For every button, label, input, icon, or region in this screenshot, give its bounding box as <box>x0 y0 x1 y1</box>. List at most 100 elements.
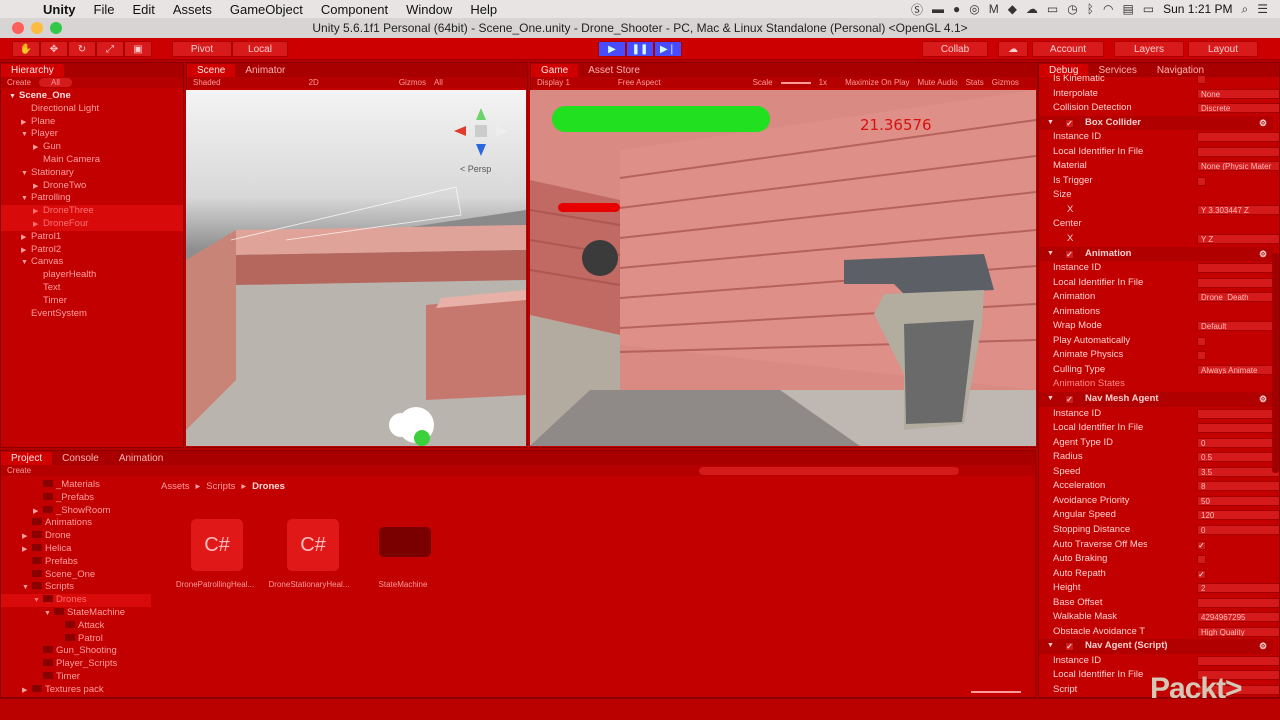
property-value-field[interactable]: 50 <box>1197 495 1279 506</box>
property-value-field[interactable]: Y 3.303447 Z <box>1197 204 1279 215</box>
project-folder-item[interactable]: _Materials <box>1 479 151 492</box>
foldout-arrow-icon[interactable]: ▶ <box>21 232 31 245</box>
property-checkbox[interactable] <box>1197 75 1206 84</box>
zoom-window-button[interactable] <box>50 22 62 34</box>
property-checkbox[interactable] <box>1197 555 1206 565</box>
dropbox-icon[interactable]: ◆ <box>1008 2 1017 16</box>
project-folder-item[interactable]: _Prefabs <box>1 492 151 505</box>
foldout-arrow-icon[interactable]: ▼ <box>21 168 31 181</box>
hierarchy-item[interactable]: ▶ Patrol2 <box>1 244 183 257</box>
component-header[interactable]: Box Collider ▼ ✓ ⚙ <box>1039 115 1273 131</box>
move-tool-icon[interactable]: ✥ <box>40 41 68 57</box>
tab-animator[interactable]: Animator <box>235 64 295 77</box>
property-value-field[interactable] <box>1197 655 1279 666</box>
hierarchy-item[interactable]: ▼ Patrolling <box>1 192 183 205</box>
hierarchy-item[interactable]: Timer <box>1 295 183 308</box>
drone-stationary-script-icon[interactable]: C# <box>287 519 339 571</box>
step-button[interactable]: ▶❘ <box>654 41 682 57</box>
property-value-field[interactable]: Discrete <box>1197 103 1279 114</box>
play-button[interactable]: ▶ <box>598 41 626 57</box>
property-value-field[interactable]: Drone_Death <box>1197 292 1279 303</box>
property-value-field[interactable] <box>1197 423 1279 434</box>
property-value-field[interactable]: Y Z <box>1197 234 1279 245</box>
skype-icon[interactable]: Ⓢ <box>911 1 923 18</box>
menu-assets[interactable]: Assets <box>164 2 221 17</box>
property-value-field[interactable] <box>1197 146 1279 157</box>
project-folder-item[interactable]: ▶ Drone <box>1 530 151 543</box>
account-dropdown[interactable]: Account <box>1032 41 1104 57</box>
gmail-icon[interactable]: M <box>989 2 999 16</box>
menu-component[interactable]: Component <box>312 2 397 17</box>
asset-label-statemachine[interactable]: StateMachine <box>353 580 453 589</box>
hierarchy-item[interactable]: ▶ Plane <box>1 116 183 129</box>
tab-game[interactable]: Game <box>531 64 579 77</box>
component-enable-checkbox[interactable]: ✓ <box>1065 249 1074 259</box>
hierarchy-item[interactable]: ▶ Patrol1 <box>1 231 183 244</box>
hierarchy-item[interactable]: playerHealth <box>1 269 183 282</box>
clock[interactable]: Sun 1:21 PM <box>1163 2 1232 16</box>
rect-tool-icon[interactable]: ▣ <box>124 41 152 57</box>
component-header[interactable]: Nav Agent (Script) ▼ ✓ ⚙ <box>1039 639 1273 654</box>
property-value-field[interactable]: 0.5 <box>1197 452 1279 463</box>
breadcrumb-assets[interactable]: Assets <box>161 481 190 492</box>
foldout-arrow-icon[interactable]: ▶ <box>22 544 32 557</box>
project-folder-item[interactable]: ▶ _ShowRoom <box>1 505 151 518</box>
project-folder-item[interactable]: Gun_Shooting <box>1 645 151 658</box>
menu-file[interactable]: File <box>85 2 124 17</box>
pause-button[interactable]: ❚❚ <box>626 41 654 57</box>
hierarchy-item[interactable]: Text <box>1 282 183 295</box>
hierarchy-item[interactable]: Directional Light <box>1 103 183 116</box>
property-checkbox[interactable] <box>1197 351 1206 361</box>
game-gizmos-dropdown[interactable]: Gizmos <box>992 78 1019 87</box>
hierarchy-item[interactable]: ▶ DroneThree <box>1 205 183 218</box>
project-folder-item[interactable]: Animations <box>1 517 151 530</box>
tab-console[interactable]: Console <box>52 452 109 465</box>
foldout-arrow-icon[interactable]: ▼ <box>21 257 31 270</box>
property-value-field[interactable]: 4294967295 <box>1197 612 1279 623</box>
project-folder-item[interactable]: Patrol <box>1 633 151 646</box>
tab-project[interactable]: Project <box>1 452 53 465</box>
foldout-arrow-icon[interactable]: ▼ <box>1047 247 1054 262</box>
layout-dropdown[interactable]: Layout <box>1188 41 1258 57</box>
display-icon[interactable]: ▭ <box>1047 2 1058 16</box>
wifi-icon[interactable]: ◠ <box>1103 2 1113 16</box>
menu-edit[interactable]: Edit <box>123 2 163 17</box>
icon-size-slider[interactable] <box>971 691 1021 693</box>
circle-icon[interactable]: ● <box>953 2 960 16</box>
property-value-field[interactable] <box>1197 277 1279 288</box>
property-value-field[interactable] <box>1197 263 1279 274</box>
gear-icon[interactable]: ⚙ <box>1259 247 1267 262</box>
aspect-dropdown[interactable]: Free Aspect <box>618 78 661 87</box>
scene-viewport[interactable]: < Persp <box>186 90 526 446</box>
foldout-arrow-icon[interactable]: ▼ <box>21 129 31 142</box>
project-folder-item[interactable]: ▶ Textures pack <box>1 684 151 697</box>
foldout-arrow-icon[interactable]: ▼ <box>1047 116 1054 131</box>
foldout-arrow-icon[interactable]: ▼ <box>1047 392 1054 407</box>
hierarchy-item[interactable]: ▶ DroneTwo <box>1 180 183 193</box>
hierarchy-item[interactable]: EventSystem <box>1 308 183 321</box>
tab-hierarchy[interactable]: Hierarchy <box>1 64 64 77</box>
project-folder-item[interactable]: Scene_One <box>1 569 151 582</box>
hierarchy-item[interactable]: ▼ Player <box>1 128 183 141</box>
flag-icon[interactable]: ▤ <box>1122 2 1133 16</box>
inspector-scrollbar[interactable] <box>1272 253 1279 473</box>
eye-icon[interactable]: ◎ <box>969 2 979 16</box>
bluetooth-icon[interactable]: ᛒ <box>1087 2 1094 16</box>
hierarchy-item[interactable]: ▶ DroneFour <box>1 217 183 231</box>
tab-asset-store[interactable]: Asset Store <box>578 64 650 77</box>
hand-tool-icon[interactable]: ✋ <box>12 41 40 57</box>
scene-search-input[interactable]: All <box>434 78 443 87</box>
pivot-toggle[interactable]: Pivot <box>172 41 232 57</box>
project-folder-item[interactable]: Prefabs <box>1 556 151 569</box>
property-checkbox[interactable] <box>1197 336 1206 346</box>
hierarchy-item[interactable]: ▶ Gun <box>1 141 183 154</box>
property-value-field[interactable]: 0 <box>1197 524 1279 535</box>
component-enable-checkbox[interactable]: ✓ <box>1065 642 1074 652</box>
battery-bar-icon[interactable]: ▬ <box>932 2 944 16</box>
foldout-arrow-icon[interactable]: ▼ <box>21 193 31 206</box>
cloud-services-icon[interactable]: ☁ <box>998 41 1028 57</box>
gear-icon[interactable]: ⚙ <box>1259 116 1267 131</box>
property-value-field[interactable]: 8 <box>1197 481 1279 492</box>
maximize-on-play-toggle[interactable]: Maximize On Play <box>845 78 909 87</box>
scale-tool-icon[interactable]: ⤢ <box>96 41 124 57</box>
